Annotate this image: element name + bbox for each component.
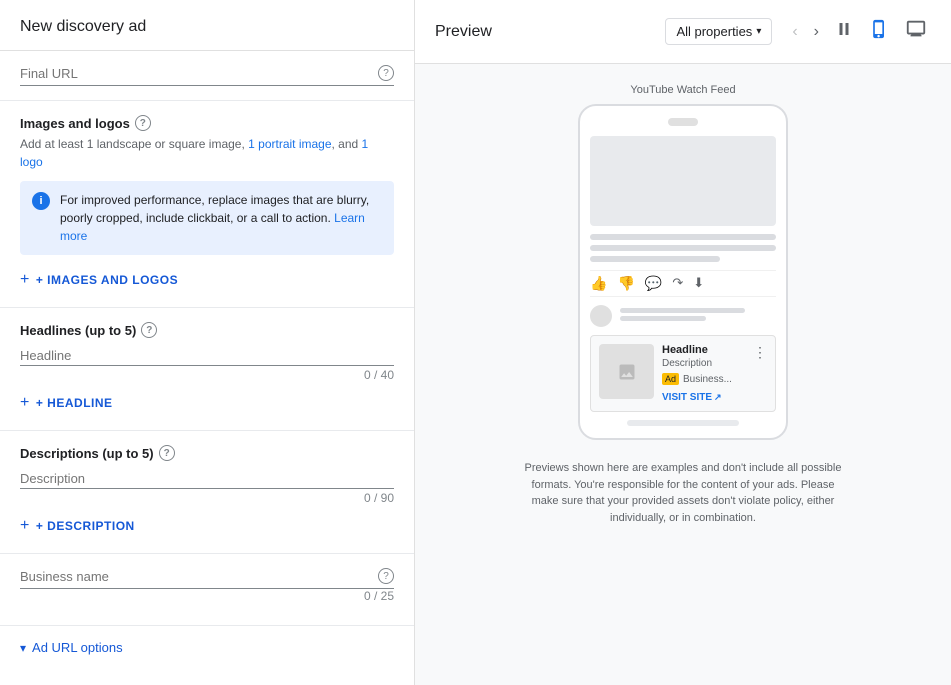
comment-icon[interactable]: 💬	[645, 275, 662, 292]
add-images-logos-button[interactable]: + + IMAGES AND LOGOS	[20, 267, 178, 293]
panel-title: New discovery ad	[0, 0, 414, 51]
action-icons-row: 👍 👎 💬 ↷ ⬇	[590, 270, 776, 297]
business-name-section: ? 0 / 25	[0, 554, 414, 626]
prev-button[interactable]: ‹	[788, 19, 801, 45]
images-logos-help-icon[interactable]: ?	[135, 115, 151, 131]
ad-badge: Ad	[662, 373, 679, 385]
portrait-image-link[interactable]: 1 portrait image	[248, 137, 331, 151]
images-logos-heading: Images and logos ?	[20, 115, 394, 131]
preview-area: YouTube Watch Feed 👍 👎 💬 ↷ ⬇	[415, 64, 951, 685]
text-line-3	[590, 256, 720, 262]
user-line-1	[620, 308, 745, 313]
ad-card-title: Headline	[662, 344, 745, 356]
thumbs-down-icon[interactable]: 👎	[617, 275, 634, 292]
ad-url-section: ▾ Ad URL options	[0, 626, 414, 669]
description-char-count: 0 / 90	[20, 491, 394, 505]
ad-card-thumbnail	[599, 344, 654, 399]
properties-dropdown[interactable]: All properties ▾	[665, 18, 772, 45]
visit-site-button[interactable]: VISIT SITE ↗	[662, 392, 745, 403]
headlines-help-icon[interactable]: ?	[141, 322, 157, 338]
add-description-button[interactable]: + + DESCRIPTION	[20, 513, 135, 539]
desktop-device-button[interactable]	[901, 14, 931, 49]
user-line-2	[620, 316, 706, 321]
save-icon[interactable]: ⬇	[693, 275, 704, 292]
user-lines	[620, 308, 776, 324]
phone-notch	[668, 118, 698, 126]
final-url-help-icon[interactable]: ?	[378, 65, 394, 81]
ad-image-placeholder	[590, 136, 776, 226]
mobile-device-button[interactable]	[865, 15, 893, 48]
descriptions-section: Descriptions (up to 5) ? 0 / 90 + + DESC…	[0, 431, 414, 554]
preview-title: Preview	[435, 23, 492, 41]
final-url-section: ?	[0, 51, 414, 101]
right-panel: Preview All properties ▾ ‹ › YouTube Wat…	[415, 0, 951, 685]
headlines-section: Headlines (up to 5) ? 0 / 40 + + HEADLIN…	[0, 308, 414, 431]
phone-mockup: 👍 👎 💬 ↷ ⬇ Headline	[578, 104, 788, 440]
business-name-input[interactable]	[20, 569, 378, 584]
dropdown-chevron-icon: ▾	[756, 26, 761, 37]
ad-card: Headline Description Ad Business... VISI…	[590, 335, 776, 412]
external-link-icon: ↗	[714, 392, 722, 403]
nav-controls: ‹ ›	[788, 14, 931, 49]
ad-business-label: Business...	[683, 374, 732, 385]
preview-footer: Previews shown here are examples and don…	[523, 460, 843, 526]
info-text: For improved performance, replace images…	[60, 191, 382, 245]
pause-button[interactable]	[831, 16, 857, 47]
descriptions-help-icon[interactable]: ?	[159, 445, 175, 461]
description-input[interactable]	[20, 471, 394, 486]
add-headline-button[interactable]: + + HEADLINE	[20, 390, 113, 416]
preview-header: Preview All properties ▾ ‹ ›	[415, 0, 951, 64]
ad-card-content: Headline Description Ad Business... VISI…	[662, 344, 745, 403]
ad-text-lines	[590, 234, 776, 262]
descriptions-heading: Descriptions (up to 5) ?	[20, 445, 394, 461]
ad-card-menu-icon[interactable]: ⋮	[753, 344, 767, 361]
business-name-char-count: 0 / 25	[20, 589, 394, 603]
chevron-down-icon: ▾	[20, 641, 26, 655]
headline-input[interactable]	[20, 348, 394, 363]
ad-url-toggle[interactable]: ▾ Ad URL options	[20, 640, 394, 655]
info-icon: i	[32, 192, 50, 210]
headlines-heading: Headlines (up to 5) ?	[20, 322, 394, 338]
info-box: i For improved performance, replace imag…	[20, 181, 394, 255]
ad-card-description: Description	[662, 358, 745, 369]
business-name-help-icon[interactable]: ?	[378, 568, 394, 584]
next-button[interactable]: ›	[810, 19, 823, 45]
user-row	[590, 305, 776, 327]
headline-char-count: 0 / 40	[20, 368, 394, 382]
images-logos-subtext: Add at least 1 landscape or square image…	[20, 135, 394, 171]
thumbs-up-icon[interactable]: 👍	[590, 275, 607, 292]
images-logos-section: Images and logos ? Add at least 1 landsc…	[0, 101, 414, 308]
text-line-2	[590, 245, 776, 251]
user-avatar	[590, 305, 612, 327]
final-url-input[interactable]	[20, 66, 378, 81]
text-line-1	[590, 234, 776, 240]
feed-label: YouTube Watch Feed	[630, 84, 735, 96]
share-icon[interactable]: ↷	[672, 275, 683, 292]
bottom-bar	[627, 420, 739, 426]
left-panel: New discovery ad ? Images and logos ? Ad…	[0, 0, 415, 685]
